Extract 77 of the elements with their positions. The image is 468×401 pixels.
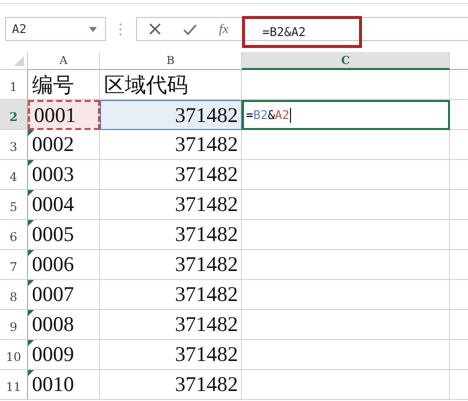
cell-text: 区域代码 — [104, 72, 188, 98]
insert-function-button[interactable]: fx — [219, 21, 228, 37]
cell-text: 371482 — [175, 162, 238, 187]
table-cell[interactable]: 0004 — [28, 190, 100, 220]
table-cell[interactable]: 0010 — [28, 370, 100, 400]
cell-text: 371482 — [175, 192, 238, 217]
cell-text: 0008 — [32, 312, 74, 337]
table-cell[interactable]: 371482 — [100, 340, 242, 370]
formula-field[interactable]: =B2&A2 — [242, 16, 362, 48]
cell-text: 0009 — [32, 342, 74, 367]
table-cell[interactable]: 0009 — [28, 340, 100, 370]
column-header[interactable]: B — [100, 52, 242, 70]
table-cell[interactable]: 0006 — [28, 250, 100, 280]
cell-text: 371482 — [175, 102, 238, 128]
cell-text: 编号 — [32, 72, 74, 98]
column-header[interactable]: A — [28, 52, 100, 70]
table-cell[interactable]: 0003 — [28, 160, 100, 190]
row-header[interactable]: 2 — [0, 100, 28, 130]
table-cell[interactable]: 371482 — [100, 220, 242, 250]
table-cell[interactable]: 371482 — [100, 370, 242, 400]
table-cell[interactable]: 编号 — [28, 70, 100, 100]
row-header[interactable]: 7 — [0, 250, 28, 280]
table-cell[interactable]: 区域代码 — [100, 70, 242, 100]
cell-text: 0004 — [32, 192, 74, 217]
cell-text: 371482 — [175, 222, 238, 247]
cell-text: 0007 — [32, 282, 74, 307]
table-cell[interactable]: 371482 — [100, 310, 242, 340]
cell-text: 0005 — [32, 222, 74, 247]
caret-icon — [89, 26, 97, 32]
table-cell[interactable]: 0008 — [28, 310, 100, 340]
cell-editor[interactable]: =B2&A2 — [242, 100, 450, 130]
cell-text: 0010 — [32, 372, 74, 397]
cell-text: 0006 — [32, 252, 74, 277]
cell-text: 371482 — [175, 132, 238, 157]
cell-text: 0001 — [34, 102, 76, 128]
cell-text: 371482 — [175, 312, 238, 337]
empty-cell[interactable] — [242, 220, 450, 250]
drag-handle-icon[interactable] — [119, 22, 122, 36]
empty-cell[interactable] — [242, 250, 450, 280]
row-header[interactable]: 4 — [0, 160, 28, 190]
table-cell[interactable]: 371482 — [100, 280, 242, 310]
cell-text: 371482 — [175, 252, 238, 277]
table-cell[interactable]: 371482 — [100, 130, 242, 160]
empty-cell[interactable] — [242, 130, 450, 160]
cell-text: 0003 — [32, 162, 74, 187]
empty-cell[interactable] — [242, 190, 450, 220]
empty-cell[interactable] — [242, 280, 450, 310]
cell-text: 371482 — [175, 372, 238, 397]
row-header[interactable]: 6 — [0, 220, 28, 250]
table-cell[interactable]: 371482 — [100, 190, 242, 220]
cancel-icon[interactable] — [149, 23, 161, 35]
empty-cell[interactable] — [242, 160, 450, 190]
text-cursor — [290, 108, 292, 122]
checkmark-icon[interactable] — [183, 24, 197, 34]
row-header[interactable]: 11 — [0, 370, 28, 400]
name-box[interactable]: A2 — [5, 17, 106, 41]
empty-cell[interactable] — [242, 70, 450, 100]
empty-cell[interactable] — [242, 370, 450, 400]
column-header[interactable]: C — [242, 52, 450, 70]
referenced-cell[interactable]: 371482 — [100, 100, 242, 130]
row-header[interactable]: 3 — [0, 130, 28, 160]
row-header[interactable]: 10 — [0, 340, 28, 370]
cell-text: 371482 — [175, 342, 238, 367]
cell-text: 371482 — [175, 282, 238, 307]
cell-text: 0002 — [32, 132, 74, 157]
row-header[interactable]: 5 — [0, 190, 28, 220]
empty-cell[interactable] — [242, 310, 450, 340]
select-all-icon[interactable] — [14, 56, 24, 66]
row-header[interactable]: 8 — [0, 280, 28, 310]
table-cell[interactable]: 0002 — [28, 130, 100, 160]
table-cell[interactable]: 0005 — [28, 220, 100, 250]
table-cell[interactable]: 371482 — [100, 160, 242, 190]
table-cell[interactable]: 0007 — [28, 280, 100, 310]
empty-cell[interactable] — [242, 340, 450, 370]
row-header[interactable]: 9 — [0, 310, 28, 340]
referenced-cell[interactable]: 0001 — [28, 100, 100, 130]
table-cell[interactable]: 371482 — [100, 250, 242, 280]
